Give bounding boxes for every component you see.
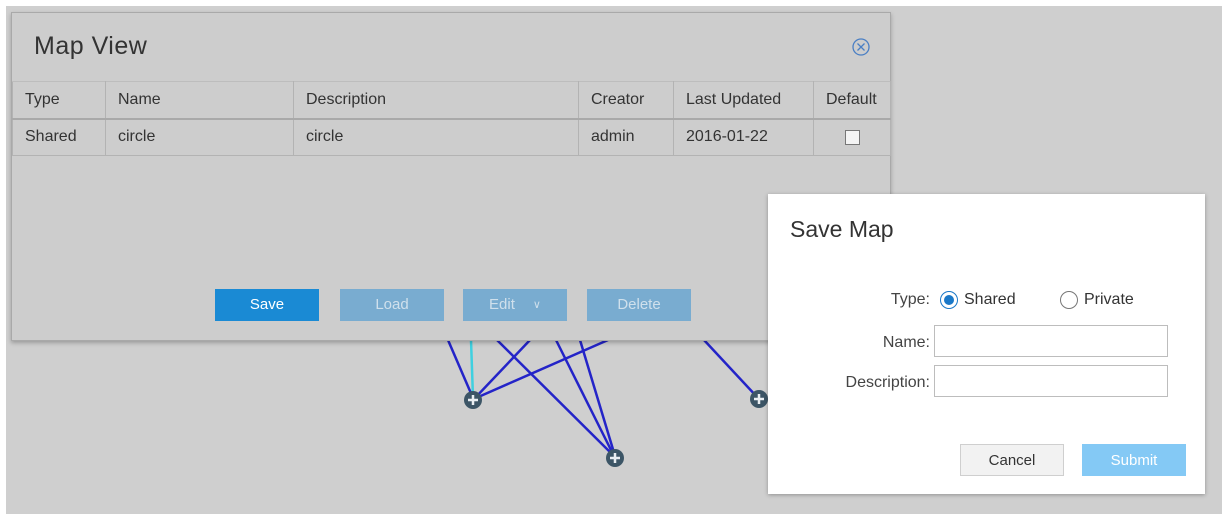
- description-label: Description:: [845, 374, 930, 391]
- save-map-title: Save Map: [790, 216, 894, 242]
- link-line: [703, 339, 759, 399]
- type-radio-shared[interactable]: [940, 291, 958, 309]
- cancel-button[interactable]: Cancel: [960, 444, 1064, 476]
- highlight-link-line: [469, 339, 475, 399]
- column-header-name[interactable]: Name: [105, 81, 294, 120]
- column-header-last-updated[interactable]: Last Updated: [673, 81, 814, 120]
- cell-last-updated: 2016-01-22: [673, 118, 814, 156]
- link-line: [446, 339, 475, 399]
- cell-description: circle: [293, 118, 579, 156]
- save-map-dialog: Save Map Type: Shared Private Name: Desc…: [768, 194, 1205, 494]
- name-label: Name:: [882, 334, 930, 351]
- node-icon[interactable]: [750, 390, 768, 408]
- table-row[interactable]: Shared circle circle admin 2016-01-22: [12, 118, 891, 156]
- node-icon[interactable]: [464, 391, 482, 409]
- default-checkbox[interactable]: [844, 129, 860, 145]
- column-header-type[interactable]: Type: [12, 81, 106, 120]
- type-radio-private[interactable]: [1060, 291, 1078, 309]
- column-header-default[interactable]: Default: [813, 81, 891, 120]
- chevron-down-icon: ∨: [532, 299, 541, 312]
- type-label: Type:: [890, 291, 930, 308]
- name-input[interactable]: [934, 325, 1168, 357]
- submit-button[interactable]: Submit: [1082, 444, 1186, 476]
- column-header-description[interactable]: Description: [293, 81, 579, 120]
- save-button[interactable]: Save: [215, 289, 319, 321]
- node-icon[interactable]: [606, 449, 624, 467]
- cell-type: Shared: [12, 118, 106, 156]
- cell-name: circle: [105, 118, 294, 156]
- link-line: [474, 339, 531, 399]
- close-circle-icon[interactable]: [851, 37, 871, 57]
- table-header-row: Type Name Description Creator Last Updat…: [12, 81, 891, 120]
- map-view-dialog: Map View Type Name Description Creator L…: [11, 12, 891, 341]
- cell-creator: admin: [578, 118, 674, 156]
- delete-button[interactable]: Delete: [587, 289, 691, 321]
- cell-default: [813, 118, 891, 156]
- type-option-shared-label[interactable]: Shared: [964, 291, 1016, 309]
- maps-table: Type Name Description Creator Last Updat…: [12, 81, 891, 156]
- load-button[interactable]: Load: [340, 289, 444, 321]
- column-header-creator[interactable]: Creator: [578, 81, 674, 120]
- type-option-private-label[interactable]: Private: [1084, 291, 1134, 309]
- map-view-title: Map View: [34, 32, 148, 60]
- edit-button-label: Edit: [489, 296, 515, 313]
- edit-dropdown-button[interactable]: Edit ∨: [463, 289, 567, 321]
- description-input[interactable]: [934, 365, 1168, 397]
